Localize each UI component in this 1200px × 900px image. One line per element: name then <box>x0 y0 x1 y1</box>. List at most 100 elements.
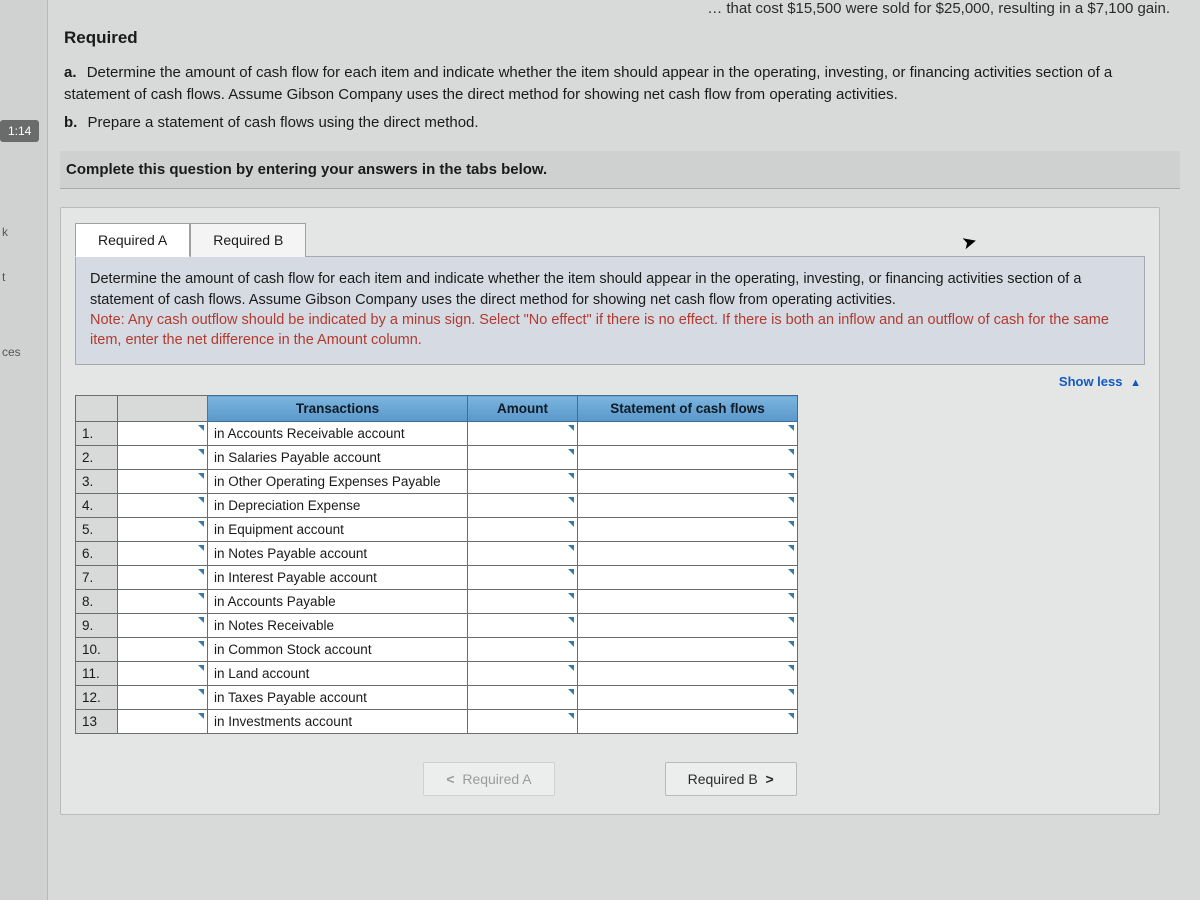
requirement-b-label: b. <box>64 114 77 131</box>
rail-fragment-k: k <box>2 225 8 239</box>
change-direction-select[interactable] <box>118 446 208 470</box>
tab-required-b[interactable]: Required B <box>190 223 306 257</box>
row-number: 1. <box>76 422 118 446</box>
dropdown-marker-icon <box>568 593 574 599</box>
answer-grid: Transactions Amount Statement of cash fl… <box>75 395 798 734</box>
statement-select[interactable] <box>578 590 798 614</box>
change-direction-select[interactable] <box>118 494 208 518</box>
transaction-cell: in Depreciation Expense <box>208 494 468 518</box>
table-row: 4.in Depreciation Expense <box>76 494 798 518</box>
statement-select[interactable] <box>578 614 798 638</box>
show-less-toggle[interactable]: Show less ▲ <box>1059 374 1141 389</box>
change-direction-select[interactable] <box>118 542 208 566</box>
row-number: 8. <box>76 590 118 614</box>
rail-fragment-t: t <box>2 270 5 284</box>
dropdown-marker-icon <box>568 545 574 551</box>
dropdown-marker-icon <box>198 473 204 479</box>
statement-select[interactable] <box>578 566 798 590</box>
left-rail: 1:14 k t ces <box>0 0 48 900</box>
dropdown-marker-icon <box>788 569 794 575</box>
amount-input[interactable] <box>468 446 578 470</box>
show-less-label: Show less <box>1059 374 1123 389</box>
rail-fragment-ces: ces <box>2 345 21 359</box>
amount-input[interactable] <box>468 470 578 494</box>
dropdown-marker-icon <box>788 449 794 455</box>
amount-input[interactable] <box>468 422 578 446</box>
dropdown-marker-icon <box>788 593 794 599</box>
requirement-a: a. Determine the amount of cash flow for… <box>64 62 1160 106</box>
prev-tab-button[interactable]: < Required A <box>423 762 554 796</box>
question-stem-fragment: … that cost $15,500 were sold for $25,00… <box>60 0 1180 20</box>
header-transactions: Transactions <box>208 396 468 422</box>
dropdown-marker-icon <box>788 665 794 671</box>
statement-select[interactable] <box>578 518 798 542</box>
statement-select[interactable] <box>578 686 798 710</box>
transaction-cell: in Land account <box>208 662 468 686</box>
dropdown-marker-icon <box>788 425 794 431</box>
dropdown-marker-icon <box>198 713 204 719</box>
change-direction-select[interactable] <box>118 614 208 638</box>
statement-select[interactable] <box>578 470 798 494</box>
dropdown-marker-icon <box>568 521 574 527</box>
statement-select[interactable] <box>578 422 798 446</box>
statement-select[interactable] <box>578 638 798 662</box>
amount-input[interactable] <box>468 566 578 590</box>
row-number: 6. <box>76 542 118 566</box>
amount-input[interactable] <box>468 542 578 566</box>
dropdown-marker-icon <box>198 425 204 431</box>
row-number: 3. <box>76 470 118 494</box>
prev-tab-label: Required A <box>462 771 531 787</box>
amount-input[interactable] <box>468 614 578 638</box>
tab-prompt: Determine the amount of cash flow for ea… <box>75 256 1145 365</box>
chevron-right-icon: > <box>765 771 773 787</box>
statement-select[interactable] <box>578 710 798 734</box>
amount-input[interactable] <box>468 518 578 542</box>
next-tab-label: Required B <box>688 771 758 787</box>
statement-select[interactable] <box>578 542 798 566</box>
amount-input[interactable] <box>468 638 578 662</box>
statement-select[interactable] <box>578 662 798 686</box>
row-number: 10. <box>76 638 118 662</box>
row-number: 9. <box>76 614 118 638</box>
row-number: 5. <box>76 518 118 542</box>
header-blank-2 <box>118 396 208 422</box>
table-row: 11.in Land account <box>76 662 798 686</box>
statement-select[interactable] <box>578 446 798 470</box>
dropdown-marker-icon <box>198 521 204 527</box>
tab-required-a[interactable]: Required A <box>75 223 190 257</box>
change-direction-select[interactable] <box>118 710 208 734</box>
change-direction-select[interactable] <box>118 518 208 542</box>
tab-prompt-note: Note: Any cash outflow should be indicat… <box>90 312 1109 348</box>
header-blank-1 <box>76 396 118 422</box>
change-direction-select[interactable] <box>118 590 208 614</box>
change-direction-select[interactable] <box>118 470 208 494</box>
dropdown-marker-icon <box>568 497 574 503</box>
amount-input[interactable] <box>468 686 578 710</box>
answer-card: Required A Required B Determine the amou… <box>60 207 1160 815</box>
dropdown-marker-icon <box>568 425 574 431</box>
dropdown-marker-icon <box>788 713 794 719</box>
table-row: 2.in Salaries Payable account <box>76 446 798 470</box>
amount-input[interactable] <box>468 494 578 518</box>
transaction-cell: in Notes Receivable <box>208 614 468 638</box>
dropdown-marker-icon <box>568 689 574 695</box>
row-number: 7. <box>76 566 118 590</box>
amount-input[interactable] <box>468 590 578 614</box>
row-number: 13 <box>76 710 118 734</box>
tab-prompt-main: Determine the amount of cash flow for ea… <box>90 271 1081 307</box>
statement-select[interactable] <box>578 494 798 518</box>
amount-input[interactable] <box>468 710 578 734</box>
dropdown-marker-icon <box>788 497 794 503</box>
next-tab-button[interactable]: Required B > <box>665 762 797 796</box>
transaction-cell: in Investments account <box>208 710 468 734</box>
change-direction-select[interactable] <box>118 686 208 710</box>
change-direction-select[interactable] <box>118 662 208 686</box>
table-row: 8.in Accounts Payable <box>76 590 798 614</box>
required-heading: Required <box>64 28 1180 48</box>
table-row: 7.in Interest Payable account <box>76 566 798 590</box>
change-direction-select[interactable] <box>118 422 208 446</box>
change-direction-select[interactable] <box>118 566 208 590</box>
amount-input[interactable] <box>468 662 578 686</box>
change-direction-select[interactable] <box>118 638 208 662</box>
table-row: 3.in Other Operating Expenses Payable <box>76 470 798 494</box>
